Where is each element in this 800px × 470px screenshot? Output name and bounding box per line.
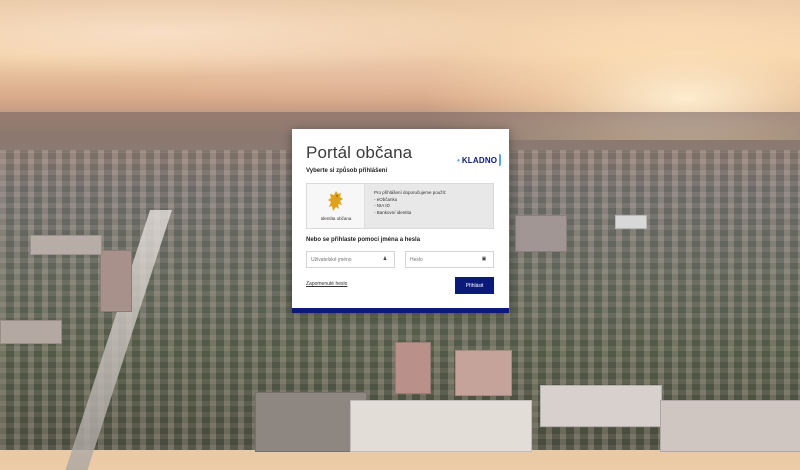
logo-arc-icon [499, 154, 502, 166]
lock-icon: ▣ [481, 256, 487, 262]
card-bottom-bar [292, 308, 509, 313]
forgot-password-link[interactable]: Zapomenuté heslo [306, 281, 347, 287]
identity-info-line: Pro přihlášení doporučujeme použít: [374, 190, 447, 195]
building [395, 342, 431, 394]
choose-login-heading: Vyberte si způsob přihlášení [306, 168, 388, 174]
identity-info: Pro přihlášení doporučujeme použít: - eO… [374, 190, 446, 216]
building [455, 350, 512, 396]
person-icon: ♟ [382, 256, 388, 262]
building [615, 215, 647, 229]
identity-button[interactable]: Identita občana [307, 184, 365, 228]
building [350, 400, 532, 452]
kladno-logo: • KLADNO [457, 152, 502, 168]
login-card: Portál občana • KLADNO Vyberte si způsob… [292, 129, 509, 313]
logo-dot-icon: • [457, 155, 460, 165]
alt-login-heading: Nebo se přihlaste pomocí jména a hesla [306, 237, 421, 243]
building [100, 250, 132, 312]
login-button[interactable]: Přihlásit [455, 277, 494, 294]
identity-login-option[interactable]: Identita občana Pro přihlášení doporučuj… [306, 183, 494, 229]
lion-coat-of-arms-icon [328, 191, 343, 211]
building [660, 400, 800, 452]
building [540, 385, 662, 427]
page-title: Portál občana [306, 143, 413, 162]
building [30, 235, 102, 255]
logo-text: KLADNO [461, 155, 498, 165]
building [0, 320, 62, 344]
building [515, 215, 567, 252]
identity-label: Identita občana [320, 216, 352, 221]
identity-info-line: - Bankovní identita [374, 209, 412, 215]
